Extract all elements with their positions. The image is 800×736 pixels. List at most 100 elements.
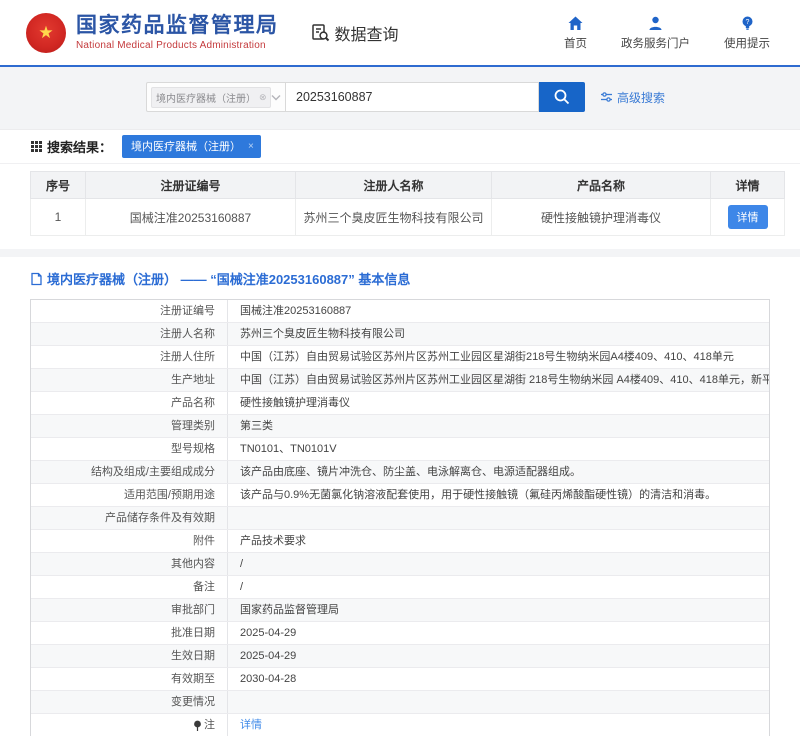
detail-value: / <box>228 553 769 575</box>
detail-label: 型号规格 <box>31 438 228 460</box>
site-header: ★ 国家药品监督管理局 National Medical Products Ad… <box>0 0 800 67</box>
active-filter-tag[interactable]: 境内医疗器械（注册） × <box>122 135 261 158</box>
cell-product: 硬性接触镜护理消毒仪 <box>492 199 711 236</box>
data-query-doc-magnifier-icon <box>311 23 330 42</box>
detail-value: 2025-04-29 <box>228 645 769 667</box>
filter-tag-label: 境内医疗器械（注册） <box>131 138 241 154</box>
brand-titles: 国家药品监督管理局 National Medical Products Admi… <box>76 14 279 50</box>
note-label: 注 <box>204 718 215 733</box>
search-results-bar: 搜索结果： 境内医疗器械（注册） × <box>0 129 800 164</box>
col-header-reg-no: 注册证编号 <box>86 172 296 199</box>
detail-value: 国家药品监督管理局 <box>228 599 769 621</box>
detail-row-model-spec: 型号规格 TN0101、TN0101V <box>31 438 769 461</box>
nav-home[interactable]: 首页 <box>564 15 587 51</box>
advanced-search-link[interactable]: 高级搜索 <box>600 89 665 106</box>
detail-value: 2025-04-29 <box>228 622 769 644</box>
results-caption: 搜索结果： <box>30 137 112 156</box>
detail-value: 该产品由底座、镜片冲洗仓、防尘盖、电泳解离仓、电源适配器组成。 <box>228 461 769 483</box>
nav-home-label: 首页 <box>564 35 587 51</box>
cell-index: 1 <box>31 199 86 236</box>
app-name: 数据查询 <box>311 21 399 45</box>
detail-row-product-name: 产品名称 硬性接触镜护理消毒仪 <box>31 392 769 415</box>
detail-card: 境内医疗器械（注册） —— “国械注准20253160887” 基本信息 注册证… <box>0 257 800 736</box>
cell-registrant: 苏州三个臭皮匠生物科技有限公司 <box>296 199 492 236</box>
detail-value: / <box>228 576 769 598</box>
search-button[interactable] <box>539 82 585 112</box>
top-navigation: 首页 政务服务门户 ? 使用提示 <box>564 15 770 51</box>
section-gap <box>0 249 800 257</box>
col-header-registrant: 注册人名称 <box>296 172 492 199</box>
detail-label: 产品储存条件及有效期 <box>31 507 228 529</box>
detail-value: 国械注准20253160887 <box>228 300 769 322</box>
detail-section-title: 境内医疗器械（注册） —— “国械注准20253160887” 基本信息 <box>30 266 770 299</box>
site-title: 国家药品监督管理局 <box>76 14 279 37</box>
detail-label: 注册人住所 <box>31 346 228 368</box>
detail-label: 注 <box>31 714 228 736</box>
person-icon <box>647 15 664 32</box>
site-subtitle: National Medical Products Administration <box>76 40 279 51</box>
chip-remove-icon[interactable]: ⊗ <box>259 92 267 103</box>
results-header-row: 序号 注册证编号 注册人名称 产品名称 详情 <box>31 172 785 199</box>
detail-value: 该产品与0.9%无菌氯化钠溶液配套使用，用于硬性接触镜（氟硅丙烯酸酯硬性镜）的清… <box>228 484 769 506</box>
detail-row-note: 注 详情 <box>31 714 769 736</box>
document-icon <box>30 272 43 286</box>
detail-label: 生产地址 <box>31 369 228 391</box>
advanced-search-label: 高级搜索 <box>617 89 665 106</box>
detail-label: 变更情况 <box>31 691 228 713</box>
grid-icon <box>30 140 43 153</box>
detail-label: 审批部门 <box>31 599 228 621</box>
detail-row-approval-dept: 审批部门 国家药品监督管理局 <box>31 599 769 622</box>
filter-tag-close-icon[interactable]: × <box>248 141 254 152</box>
detail-row-registrant-address: 注册人住所 中国（江苏）自由贸易试验区苏州片区苏州工业园区星湖街218号生物纳米… <box>31 346 769 369</box>
detail-label: 适用范围/预期用途 <box>31 484 228 506</box>
detail-row-registrant: 注册人名称 苏州三个臭皮匠生物科技有限公司 <box>31 323 769 346</box>
detail-title-text: 境内医疗器械（注册） —— “国械注准20253160887” 基本信息 <box>47 269 410 288</box>
advanced-filter-icon <box>600 91 613 103</box>
search-input[interactable] <box>286 82 539 112</box>
detail-row-structure: 结构及组成/主要组成成分 该产品由底座、镜片冲洗仓、防尘盖、电泳解离仓、电源适配… <box>31 461 769 484</box>
row-detail-button[interactable]: 详情 <box>728 205 768 229</box>
detail-label: 产品名称 <box>31 392 228 414</box>
detail-label: 注册证编号 <box>31 300 228 322</box>
search-magnifier-icon <box>553 88 571 106</box>
note-detail-link[interactable]: 详情 <box>240 718 262 733</box>
detail-label: 附件 <box>31 530 228 552</box>
nmpa-emblem-logo: ★ <box>26 13 66 53</box>
detail-label: 管理类别 <box>31 415 228 437</box>
detail-label: 注册人名称 <box>31 323 228 345</box>
nav-gov-portal[interactable]: 政务服务门户 <box>621 15 690 51</box>
home-icon <box>567 15 584 32</box>
category-chip[interactable]: 境内医疗器械（注册） ⊗ <box>151 87 271 108</box>
table-row: 1 国械注准20253160887 苏州三个臭皮匠生物科技有限公司 硬性接触镜护… <box>31 199 785 236</box>
app-name-label: 数据查询 <box>335 21 399 45</box>
col-header-detail: 详情 <box>711 172 785 199</box>
results-table: 序号 注册证编号 注册人名称 产品名称 详情 1 国械注准20253160887… <box>30 171 785 236</box>
detail-row-remarks: 备注 / <box>31 576 769 599</box>
detail-value: 产品技术要求 <box>228 530 769 552</box>
detail-table: 注册证编号 国械注准20253160887 注册人名称 苏州三个臭皮匠生物科技有… <box>30 299 770 736</box>
detail-row-changes: 变更情况 <box>31 691 769 714</box>
detail-row-attachment: 附件 产品技术要求 <box>31 530 769 553</box>
col-header-index: 序号 <box>31 172 86 199</box>
search-category-select[interactable]: 境内医疗器械（注册） ⊗ <box>146 82 286 112</box>
search-bar: 境内医疗器械（注册） ⊗ <box>146 82 800 112</box>
svg-text:?: ? <box>745 19 749 26</box>
tips-bulb-icon: ? <box>739 15 756 32</box>
nav-usage-tips[interactable]: ? 使用提示 <box>724 15 770 51</box>
detail-value: 2030-04-28 <box>228 668 769 690</box>
nav-gov-portal-label: 政务服务门户 <box>621 35 690 51</box>
detail-label: 生效日期 <box>31 645 228 667</box>
detail-row-reg-no: 注册证编号 国械注准20253160887 <box>31 300 769 323</box>
detail-row-approval-date: 批准日期 2025-04-29 <box>31 622 769 645</box>
detail-value <box>228 507 769 529</box>
category-chip-label: 境内医疗器械（注册） <box>156 90 256 105</box>
detail-row-storage: 产品储存条件及有效期 <box>31 507 769 530</box>
cell-reg-no: 国械注准20253160887 <box>86 199 296 236</box>
detail-value <box>228 691 769 713</box>
detail-row-management-class: 管理类别 第三类 <box>31 415 769 438</box>
search-strip: 境内医疗器械（注册） ⊗ <box>0 67 800 129</box>
detail-value: 硬性接触镜护理消毒仪 <box>228 392 769 414</box>
detail-row-other-content: 其他内容 / <box>31 553 769 576</box>
detail-row-intended-use: 适用范围/预期用途 该产品与0.9%无菌氯化钠溶液配套使用，用于硬性接触镜（氟硅… <box>31 484 769 507</box>
col-header-product: 产品名称 <box>492 172 711 199</box>
